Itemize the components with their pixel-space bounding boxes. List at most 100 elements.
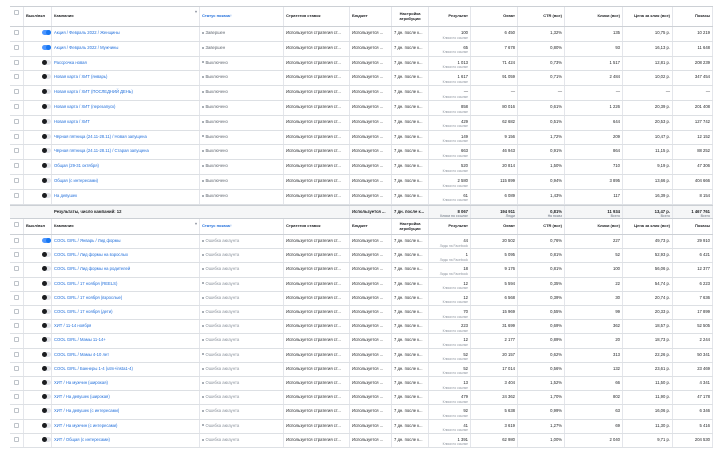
on-off-toggle[interactable] (42, 118, 51, 124)
sort-arrow-icon[interactable]: ↑ (230, 14, 232, 19)
row-checkbox[interactable] (14, 163, 19, 169)
campaign-name-link[interactable]: COOL GIRL / Январь / Лид формы (54, 238, 199, 243)
on-off-toggle[interactable] (42, 148, 51, 154)
on-off-toggle[interactable] (42, 408, 51, 414)
row-checkbox[interactable] (14, 59, 19, 65)
row-checkbox[interactable] (14, 30, 19, 35)
table-row[interactable]: COOL GIRL / Январь / Лид формы Ошибка акк… (10, 235, 713, 250)
campaign-name-link[interactable]: Общая (29-31 октября) (54, 163, 199, 168)
campaign-name-link[interactable]: COOL GIRL / Мамы 4-10 лет (54, 352, 199, 357)
row-checkbox[interactable] (14, 89, 19, 95)
campaign-name-link[interactable]: На девушек (54, 193, 199, 198)
campaign-name-link[interactable]: Акция / Февраль 2022 / Женщины (54, 30, 199, 35)
on-off-toggle[interactable] (42, 44, 51, 50)
column-settings-icon[interactable]: ▾ (195, 221, 197, 227)
table-row[interactable]: COOL GIRL / Мамы 4-10 лет Ошибка аккаунта… (10, 348, 713, 363)
column-header-clicks[interactable]: Клики (все) (565, 219, 623, 234)
on-off-toggle[interactable] (42, 133, 51, 139)
row-checkbox[interactable] (14, 280, 19, 286)
row-checkbox[interactable] (14, 118, 19, 124)
on-off-toggle[interactable] (42, 294, 51, 300)
table-row[interactable]: На девушек Выключено Используется стратеги… (10, 189, 713, 205)
campaign-name-link[interactable]: COOL GIRL / Лид формы на взрослых (54, 252, 199, 257)
table-row[interactable]: Акция / Февраль 2022 / Женщины Завершен Ис… (10, 27, 713, 42)
row-checkbox[interactable] (14, 380, 19, 385)
table-row[interactable]: COOL GIRL / Баннеры 1-4 (utm+insta1-4) Ош… (10, 362, 713, 377)
campaign-name-link[interactable]: ХИТ / Общая (с интересами) (54, 437, 199, 442)
table-row[interactable]: COOL GIRL / Мамы 11-14+ Ошибка аккаунта Ис… (10, 334, 713, 349)
on-off-toggle[interactable] (42, 89, 51, 95)
column-header-budget[interactable]: Бюджет (350, 219, 392, 234)
column-header-clicks[interactable]: Клики (все) (565, 7, 623, 26)
campaign-name-link[interactable]: COOL GIRL / 17 ноября (REELS) (54, 281, 199, 286)
on-off-toggle[interactable] (42, 365, 51, 371)
column-header-attribution[interactable]: Настройка атрибуции (392, 219, 429, 234)
campaign-name-link[interactable]: COOL GIRL / 17 ноября (дети) (54, 309, 199, 314)
table-row[interactable]: Чёрная пятница (24.11-28.11) / Новая зап… (10, 130, 713, 146)
row-checkbox[interactable] (14, 252, 19, 258)
row-checkbox[interactable] (14, 422, 19, 428)
column-header-cpc[interactable]: Цена за клик (все) (623, 219, 673, 234)
on-off-toggle[interactable] (42, 238, 51, 243)
table-row[interactable]: Чёрная пятница (24.11-28.11) / Старая за… (10, 145, 713, 161)
campaign-name-link[interactable]: Новая карта / ХИТ (перезапуск) (54, 104, 199, 109)
table-row[interactable]: Общая (29-31 октября) Выключено Использует… (10, 160, 713, 175)
select-all-checkbox[interactable] (14, 222, 19, 227)
on-off-toggle[interactable] (42, 74, 51, 80)
table-row[interactable]: ХИТ / На девушек (с интересами) Ошибка ак… (10, 405, 713, 420)
column-header-reach[interactable]: Охват (471, 219, 518, 234)
column-header-result[interactable]: Результат (429, 7, 471, 26)
column-header-impressions[interactable]: Показы (673, 7, 713, 26)
row-checkbox[interactable] (14, 178, 19, 183)
campaign-name-link[interactable]: Новая карта / ХИТ (ПОСЛЕДНИЙ ДЕНЬ) (54, 89, 199, 94)
on-off-toggle[interactable] (42, 337, 51, 343)
column-header-strategy[interactable]: Стратегия ставок (284, 219, 350, 234)
campaign-name-link[interactable]: COOL GIRL / Лид формы на родителей (54, 266, 199, 271)
campaign-name-link[interactable]: ХИТ / На мужчин (с интересами) (54, 423, 199, 428)
column-header-result[interactable]: Результат (429, 219, 471, 234)
table-row[interactable]: Новая карта / ХИТ Выключено Используется с… (10, 115, 713, 131)
on-off-toggle[interactable] (42, 59, 51, 65)
table-row[interactable]: COOL GIRL / Лид формы на взрослых Ошибка … (10, 249, 713, 264)
row-checkbox[interactable] (14, 436, 19, 442)
column-header-ctr[interactable]: CTR (все) (518, 219, 565, 234)
row-checkbox[interactable] (14, 408, 19, 414)
campaign-name-link[interactable]: Акция / Февраль 2022 / Мужчины (54, 45, 199, 50)
row-checkbox[interactable] (14, 294, 19, 300)
column-header-reach[interactable]: Охват (471, 7, 518, 26)
table-row[interactable]: Новая карта / ХИТ (перезапуск) Выключено И… (10, 101, 713, 116)
row-checkbox[interactable] (14, 309, 19, 314)
column-header-strategy[interactable]: Стратегия ставок (284, 7, 350, 26)
campaign-name-link[interactable]: Чёрная пятница (24.11-28.11) / Новая зап… (54, 134, 199, 139)
column-settings-icon[interactable]: ▾ (195, 9, 197, 15)
on-off-toggle[interactable] (42, 436, 51, 442)
table-row[interactable]: COOL GIRL / Лид формы на родителей Ошибка… (10, 263, 713, 278)
table-row[interactable]: ХИТ / На мужчин (широкая) Ошибка аккаунта… (10, 377, 713, 392)
on-off-toggle[interactable] (42, 192, 51, 198)
column-header-budget[interactable]: Бюджет (350, 7, 392, 26)
column-header-toggle[interactable]: Выкл/вкл (24, 219, 52, 234)
row-checkbox[interactable] (14, 148, 19, 154)
row-checkbox[interactable] (14, 266, 19, 272)
column-header-campaign[interactable]: Кампания ▾ (52, 219, 200, 234)
row-checkbox[interactable] (14, 351, 19, 357)
campaign-name-link[interactable]: Общая (с интересами) (54, 178, 199, 183)
on-off-toggle[interactable] (42, 309, 51, 314)
on-off-toggle[interactable] (42, 266, 51, 272)
table-row[interactable]: COOL GIRL / 17 ноября (взрослые) Ошибка а… (10, 291, 713, 306)
column-header-status[interactable]: Статус показа ↑ (200, 7, 284, 26)
campaign-name-link[interactable]: Чёрная пятница (24.11-28.11) / Старая за… (54, 148, 199, 153)
campaign-name-link[interactable]: COOL GIRL / Баннеры 1-4 (utm+insta1-4) (54, 366, 199, 371)
column-header-status[interactable]: Статус показа ↑ (200, 219, 284, 234)
table-row[interactable]: ХИТ / 11-14 ноября Ошибка аккаунта Использ… (10, 320, 713, 335)
row-checkbox[interactable] (14, 74, 19, 80)
campaign-name-link[interactable]: COOL GIRL / Мамы 11-14+ (54, 337, 199, 342)
on-off-toggle[interactable] (42, 323, 51, 329)
on-off-toggle[interactable] (42, 422, 51, 428)
column-header-ctr[interactable]: CTR (все) (518, 7, 565, 26)
campaign-name-link[interactable]: Новая карта / ХИТ (54, 119, 199, 124)
on-off-toggle[interactable] (42, 351, 51, 357)
on-off-toggle[interactable] (42, 280, 51, 286)
on-off-toggle[interactable] (42, 252, 51, 258)
row-checkbox[interactable] (14, 192, 19, 198)
